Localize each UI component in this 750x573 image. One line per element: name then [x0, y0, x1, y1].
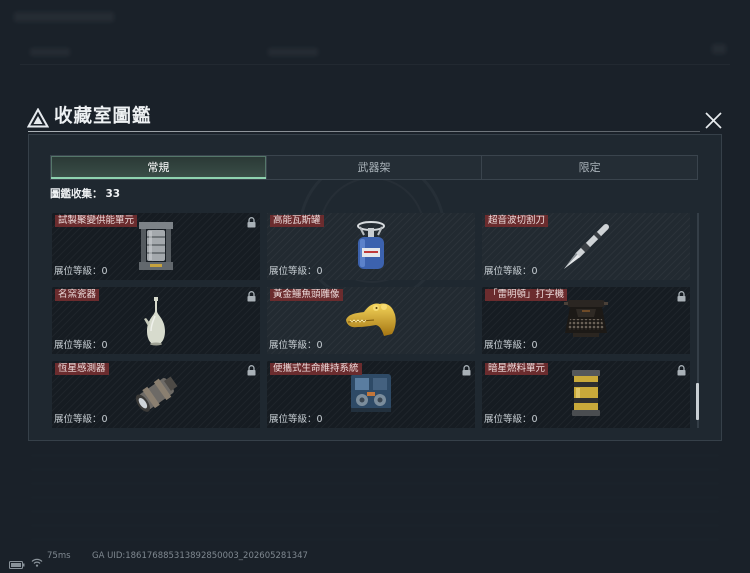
- display-level-label: 展位等級：0: [269, 414, 323, 425]
- triangle-logo-icon: [26, 107, 50, 128]
- item-name-label: 高能瓦斯罐: [270, 215, 324, 227]
- background-blur: [712, 44, 726, 54]
- collection-count-value: 33: [105, 188, 121, 200]
- background-divider: [20, 64, 730, 65]
- lock-icon: [462, 365, 471, 376]
- item-name-label: 名窯瓷器: [55, 289, 100, 301]
- collection-card[interactable]: 恆星感測器 展位等級：0: [52, 361, 260, 428]
- display-level-label: 展位等級：0: [484, 414, 538, 425]
- ultrasonic-cutter-icon: [562, 222, 610, 272]
- stellar-sensor-icon: [133, 369, 179, 419]
- page-title: 收藏室圖鑑: [54, 106, 152, 127]
- tab-weapon-rack[interactable]: 武器架: [267, 156, 483, 179]
- tab-regular[interactable]: 常規: [51, 156, 267, 179]
- fusion-power-unit-icon: [138, 220, 174, 272]
- lock-icon: [247, 291, 256, 302]
- ping-readout: 75ms: [47, 551, 71, 561]
- lock-icon: [677, 291, 686, 302]
- background-floor: [30, 455, 720, 540]
- item-name-label: 黃金鱷魚頭雕像: [270, 289, 343, 301]
- item-name-label: 「雷明頓」打字機: [485, 289, 568, 301]
- collection-card[interactable]: 超音波切割刀 展位等級：0: [482, 213, 690, 280]
- collection-card[interactable]: 試製聚變供能單元 展位等級：0: [52, 213, 260, 280]
- display-level-label: 展位等級：0: [54, 414, 108, 425]
- background-blur: [268, 48, 318, 56]
- lock-icon: [677, 365, 686, 376]
- collection-card[interactable]: 「雷明頓」打字機 展位等級：0: [482, 287, 690, 354]
- lock-icon: [247, 217, 256, 228]
- tab-limited[interactable]: 限定: [482, 156, 697, 179]
- background-blur: [30, 48, 70, 56]
- item-name-label: 暗星燃料單元: [485, 363, 549, 375]
- scrollbar-thumb[interactable]: [696, 383, 699, 420]
- collection-card[interactable]: 名窯瓷器 展位等級：0: [52, 287, 260, 354]
- collection-card[interactable]: 便攜式生命維持系統 展位等級：0: [267, 361, 475, 428]
- display-level-label: 展位等級：0: [54, 340, 108, 351]
- typewriter-icon: [564, 297, 608, 339]
- gas-canister-icon: [354, 219, 388, 271]
- golden-crocodile-head-icon: [344, 298, 398, 338]
- display-level-label: 展位等級：0: [54, 266, 108, 277]
- title-divider: [28, 131, 700, 132]
- item-name-label: 恆星感測器: [55, 363, 109, 375]
- item-name-label: 試製聚變供能單元: [55, 215, 138, 227]
- display-level-label: 展位等級：0: [269, 340, 323, 351]
- display-level-label: 展位等級：0: [484, 266, 538, 277]
- display-level-label: 展位等級：0: [269, 266, 323, 277]
- collection-card[interactable]: 黃金鱷魚頭雕像 展位等級：0: [267, 287, 475, 354]
- background-blur: [14, 12, 114, 22]
- close-button[interactable]: [702, 109, 724, 131]
- collection-card[interactable]: 高能瓦斯罐 展位等級：0: [267, 213, 475, 280]
- tab-bar: 常規 武器架 限定: [50, 155, 698, 180]
- item-name-label: 便攜式生命維持系統: [270, 363, 362, 375]
- display-level-label: 展位等級：0: [484, 340, 538, 351]
- battery-icon: [9, 554, 25, 573]
- close-icon: [705, 112, 722, 129]
- collection-count: 圖鑑收集： 33: [50, 187, 120, 201]
- life-support-system-icon: [347, 368, 395, 416]
- item-name-label: 超音波切割刀: [485, 215, 549, 227]
- uid-readout: GA UID:186176885313892850003_20260528134…: [92, 551, 308, 561]
- collection-card[interactable]: 暗星燃料單元 展位等級：0: [482, 361, 690, 428]
- porcelain-vase-icon: [143, 295, 169, 347]
- lock-icon: [247, 365, 256, 376]
- dark-star-fuel-cell-icon: [568, 368, 604, 418]
- collection-count-label: 圖鑑收集：: [50, 188, 103, 200]
- wifi-icon: [31, 552, 43, 571]
